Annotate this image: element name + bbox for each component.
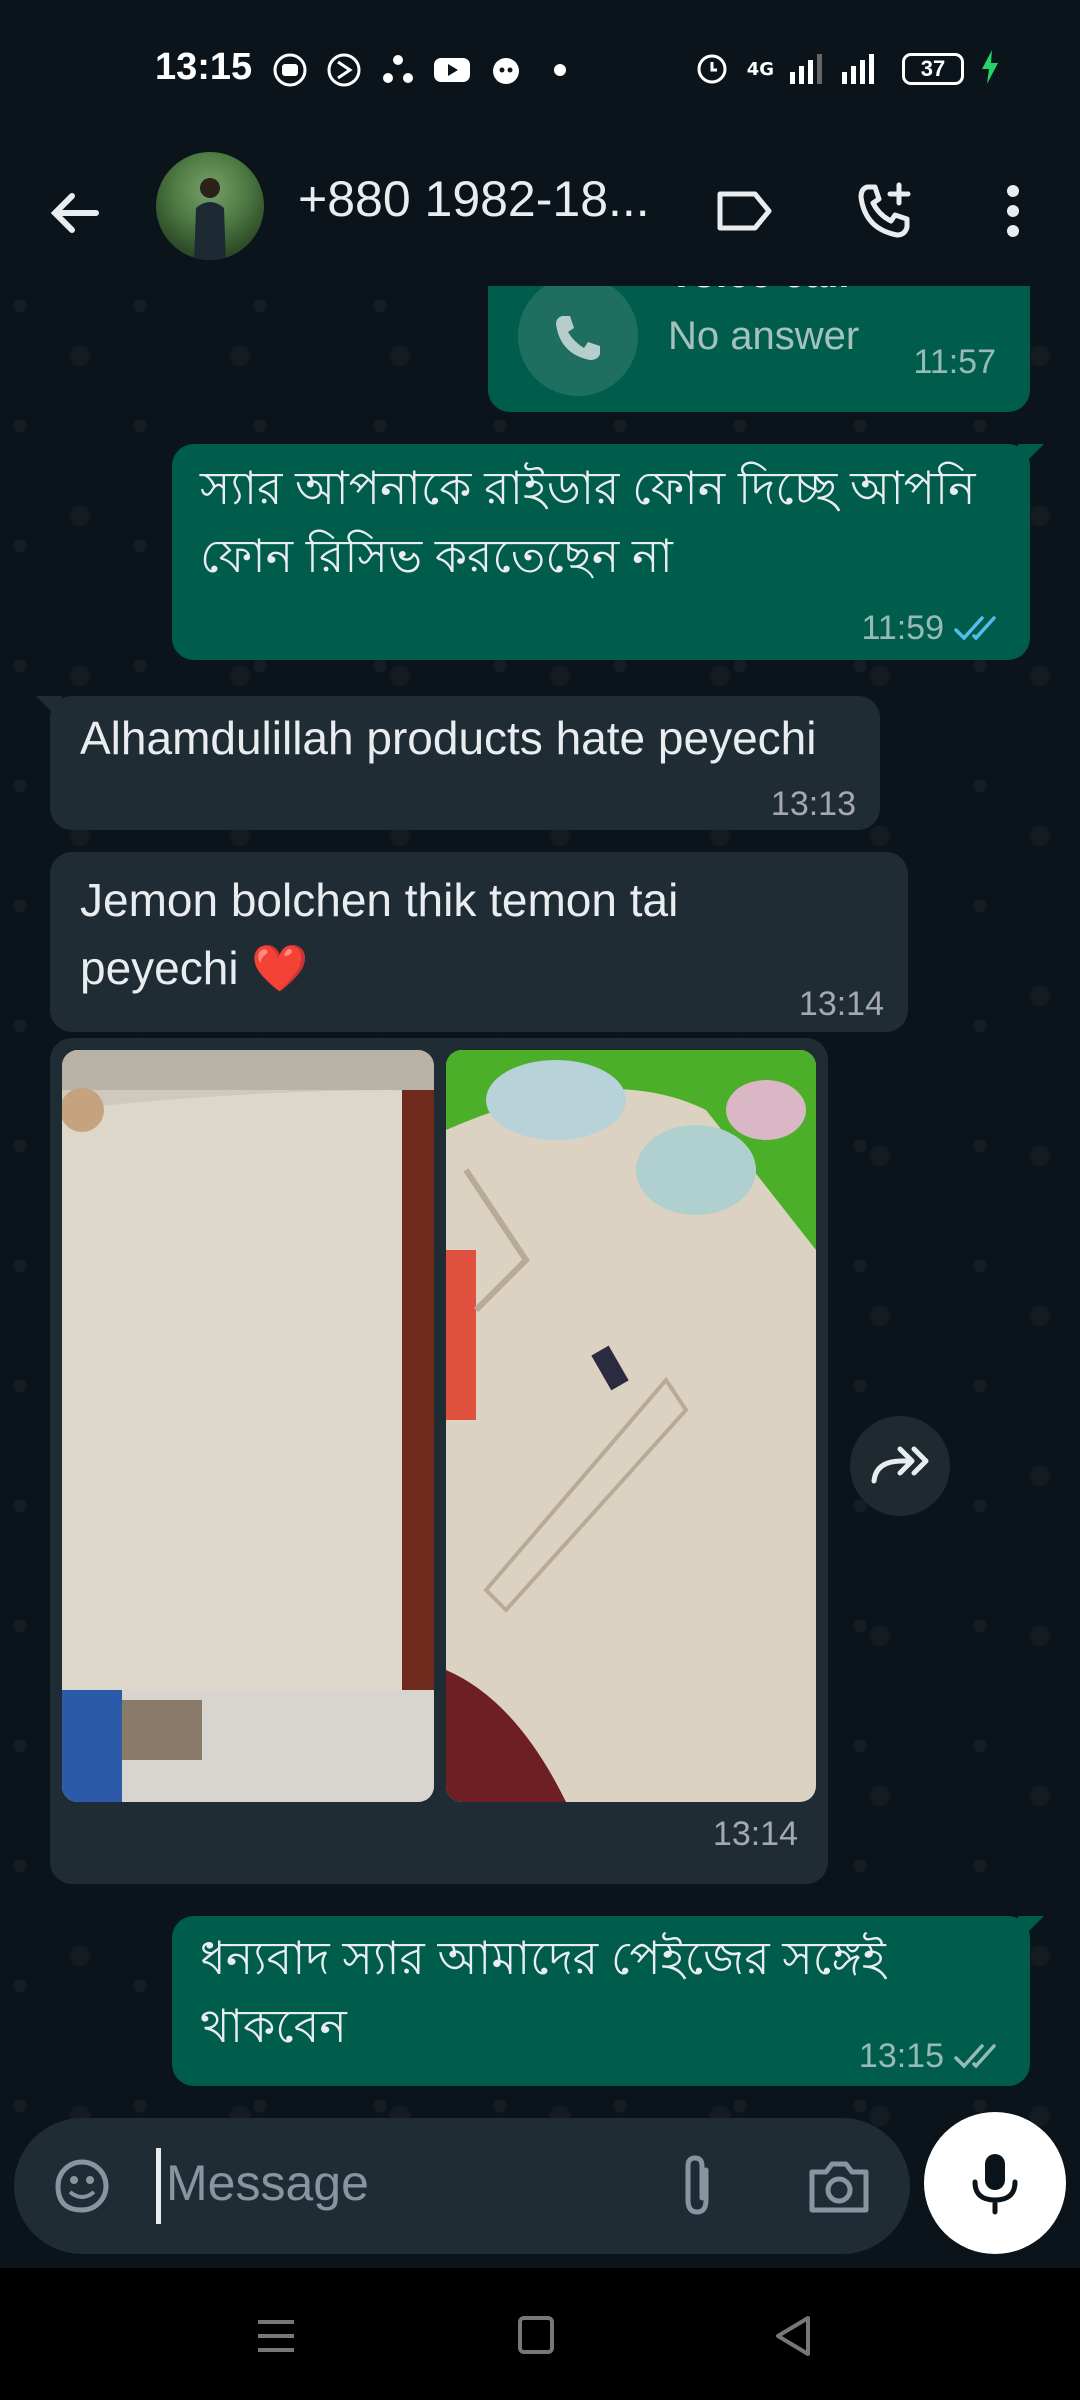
label-icon[interactable]	[710, 176, 780, 246]
signal-icon	[790, 50, 886, 88]
mic-button[interactable]	[924, 2112, 1066, 2254]
sticker-icon[interactable]	[50, 2154, 114, 2218]
bubble-tail	[36, 696, 62, 722]
share-icon	[378, 50, 418, 90]
message-input[interactable]: Message	[166, 2154, 369, 2212]
back-nav-icon[interactable]	[764, 2310, 824, 2362]
double-tick-read-icon	[954, 615, 996, 641]
message-time: 13:14	[712, 1815, 798, 1853]
status-bar: 13:15 4G 37	[0, 0, 1080, 140]
call-status: No answer	[668, 314, 860, 358]
incoming-message[interactable]: Alhamdulillah products hate peyechi 13:1…	[36, 696, 880, 830]
outgoing-message[interactable]: ধন্যবাদ স্যার আমাদের পেইজের সঙ্গেই থাকবে…	[172, 1916, 1044, 2086]
message-meta: 13:15	[859, 2037, 1004, 2076]
text-cursor	[156, 2148, 161, 2224]
message-text: ধন্যবাদ স্যার আমাদের পেইজের সঙ্গেই থাকবে…	[200, 1932, 886, 2052]
camera-icon[interactable]	[804, 2152, 874, 2222]
message-text: Jemon bolchen thik temon tai peyechi ❤️	[80, 874, 679, 994]
message-time: 11:59	[861, 609, 944, 647]
alarm-icon	[693, 48, 731, 90]
message-composer: Message	[14, 2118, 910, 2254]
system-icons: 4G 37	[693, 48, 1000, 90]
contact-name[interactable]: +880 1982-18...	[298, 170, 650, 228]
notification-icons	[270, 50, 580, 90]
call-title: Voice call	[668, 286, 850, 297]
forward-icon[interactable]	[850, 1416, 950, 1516]
image-message[interactable]: 13:14	[50, 1038, 828, 1884]
message-text: Alhamdulillah products hate peyechi	[80, 712, 817, 764]
photo-pants	[446, 1050, 816, 1802]
youtube-icon	[270, 50, 310, 90]
call-message[interactable]: Voice call No answer 11:57	[488, 286, 1030, 412]
status-time: 13:15	[155, 46, 253, 88]
battery-indicator: 37	[902, 53, 964, 85]
system-nav-bar	[0, 2268, 1080, 2400]
app-icon	[324, 50, 364, 90]
attach-icon[interactable]	[662, 2150, 732, 2222]
bubble-tail	[1018, 1916, 1044, 1942]
photo-thumbnail[interactable]	[62, 1050, 434, 1802]
dot-icon	[540, 50, 580, 90]
back-arrow-icon[interactable]	[40, 178, 110, 248]
phone-icon	[556, 316, 600, 360]
double-tick-icon	[954, 2043, 996, 2069]
message-time: 11:57	[913, 343, 996, 381]
message-time: 13:15	[858, 2037, 944, 2075]
message-time: 13:13	[770, 785, 856, 823]
message-list[interactable]: Voice call No answer 11:57 স্যার আপনাকে …	[0, 286, 1080, 2126]
message-text: স্যার আপনাকে রাইডার ফোন দিচ্ছে আপনি ফোন …	[200, 462, 976, 582]
chat-header: +880 1982-18...	[0, 140, 1080, 286]
menu-icon[interactable]	[246, 2310, 306, 2362]
youtube-icon	[432, 50, 472, 90]
call-icon-circle	[518, 286, 638, 396]
network-4g: 4G	[746, 58, 774, 80]
app-icon	[486, 50, 526, 90]
mic-icon	[972, 2154, 1018, 2215]
charging-icon	[980, 50, 1000, 88]
incoming-message[interactable]: Jemon bolchen thik temon tai peyechi ❤️ …	[50, 852, 908, 1032]
message-time: 13:14	[798, 985, 884, 1023]
message-meta: 11:59	[861, 609, 1004, 648]
home-icon[interactable]	[506, 2310, 566, 2362]
bubble-tail	[1018, 444, 1044, 470]
more-vert-icon[interactable]	[978, 176, 1048, 246]
photo-cloth	[62, 1050, 434, 1802]
outgoing-message[interactable]: স্যার আপনাকে রাইডার ফোন দিচ্ছে আপনি ফোন …	[172, 444, 1044, 660]
avatar[interactable]	[156, 152, 264, 260]
add-call-icon[interactable]	[850, 176, 920, 246]
photo-thumbnail[interactable]	[446, 1050, 816, 1802]
